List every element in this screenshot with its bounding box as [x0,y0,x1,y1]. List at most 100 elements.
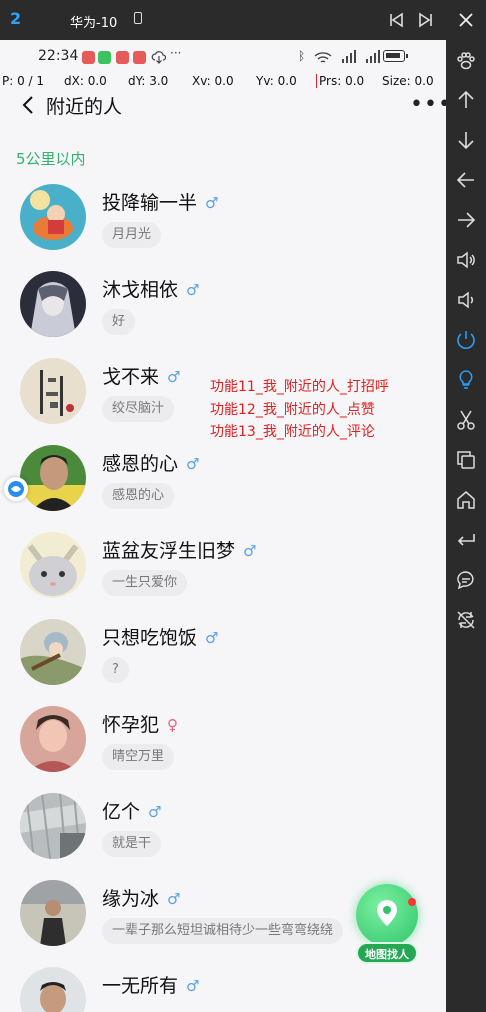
map-find-people-button[interactable]: 地图找人 [352,884,422,964]
person-name: 怀孕犯 ♀ [102,714,179,736]
emulator-title-bar: 2 华为-10 [0,0,486,40]
paw-icon[interactable] [454,50,478,74]
person-signature: 一生只爱你 [102,570,188,596]
pointer-size: Size: 0.0 [382,74,434,88]
person-name: 一无所有 ♂ [102,975,200,997]
more-notifications-indicator: ··· [170,46,182,60]
person-row[interactable]: 感恩的心 ♂ 感恩的心 [0,445,446,531]
person-signature: 就是干 [102,831,162,857]
volume-down-icon[interactable] [454,288,478,312]
emulator-toolbar [446,40,486,1012]
avatar[interactable] [20,706,86,772]
male-icon: ♂ [148,803,162,821]
chat-bubble-icon[interactable] [454,568,478,592]
avatar[interactable] [20,880,86,946]
page-title: 附近的人 [46,96,123,118]
avatar[interactable] [20,184,86,250]
avatar[interactable] [20,358,86,424]
arrow-up-icon[interactable] [454,88,478,112]
nav-bar: 附近的人 ••• [0,88,446,124]
wifi-icon [313,50,333,64]
person-name: 戈不来 ♂ [102,366,181,388]
notification-icon [133,51,146,64]
male-icon: ♂ [186,281,200,299]
window-title: 华为-10 [70,16,118,31]
clock: 22:34 [38,48,79,64]
floating-assistant-icon[interactable] [4,477,28,501]
male-icon: ♂ [167,368,181,386]
person-row[interactable]: 怀孕犯 ♀ 晴空万里 [0,706,446,792]
person-row[interactable]: 亿个 ♂ 就是干 [0,793,446,879]
copy-icon[interactable] [454,448,478,472]
person-name: 亿个 ♂ [102,801,162,823]
avatar[interactable] [20,445,86,511]
step-back-icon[interactable] [384,8,408,32]
pointer-dx: dX: 0.0 [64,74,107,88]
arrow-down-icon[interactable] [454,128,478,152]
more-options-icon[interactable]: ••• [410,92,446,117]
notification-dot [408,898,416,906]
male-icon: ♂ [205,629,219,647]
male-icon: ♂ [205,194,219,212]
person-row[interactable]: 一无所有 ♂ [0,967,446,1012]
status-bar: 22:34 ··· ᛒ [0,40,446,70]
person-row[interactable]: 只想吃饱饭 ♂ ? [0,619,446,705]
lightbulb-icon[interactable] [454,368,478,392]
avatar[interactable] [20,793,86,859]
bluetooth-icon: ᛒ [298,49,306,63]
scissors-icon[interactable] [454,408,478,432]
male-icon: ♂ [186,977,200,995]
male-icon: ♂ [167,890,181,908]
cloud-download-icon [151,49,167,64]
male-icon: ♂ [186,455,200,473]
person-signature: ? [102,657,129,683]
location-pin-icon [374,898,400,928]
avatar[interactable] [20,271,86,337]
person-name: 蓝盆友浮生旧梦 ♂ [102,540,257,562]
avatar[interactable] [20,619,86,685]
volume-up-icon[interactable] [454,248,478,272]
rotate-off-icon[interactable] [454,608,478,632]
overlay-annotation: 功能12_我_附近的人_点赞 [210,402,375,418]
person-signature: 感恩的心 [102,483,175,509]
map-button-label: 地图找人 [356,942,418,964]
distance-section-label: 5公里以内 [16,150,86,168]
pin-icon[interactable] [134,12,142,24]
person-signature: 一辈子那么短坦诚相待少一些弯弯绕绕 [102,918,344,944]
instance-number: 2 [10,9,22,28]
notification-icon [82,51,95,64]
male-icon: ♂ [243,542,257,560]
avatar[interactable] [20,532,86,598]
step-forward-icon[interactable] [414,8,438,32]
overlay-annotation: 功能13_我_附近的人_评论 [210,424,375,440]
person-name: 只想吃饱饭 ♂ [102,627,219,649]
home-icon[interactable] [454,488,478,512]
pointer-count: P: 0 / 1 [2,74,45,88]
person-signature: 绞尽脑汁 [102,396,175,422]
person-name: 缘为冰 ♂ [102,888,181,910]
arrow-right-icon[interactable] [454,208,478,232]
signal-icon [334,49,356,63]
back-arrow-icon[interactable] [20,94,36,116]
person-name: 沐戈相依 ♂ [102,279,200,301]
pointer-yv: Yv: 0.0 [256,74,297,88]
power-icon[interactable] [454,328,478,352]
signal-icon [358,49,380,63]
back-return-icon[interactable] [454,528,478,552]
phone-screen: 22:34 ··· ᛒ P: 0 / 1 dX: 0.0 dY: 3.0 Xv:… [0,40,446,1012]
female-icon: ♀ [167,716,179,734]
avatar[interactable] [20,967,86,1012]
person-row[interactable]: 沐戈相依 ♂ 好 [0,271,446,357]
person-row[interactable]: 蓝盆友浮生旧梦 ♂ 一生只爱你 [0,532,446,618]
close-icon[interactable] [454,8,478,32]
pointer-pressure: Prs: 0.0 [316,74,364,88]
battery-icon [383,50,408,62]
pointer-xv: Xv: 0.0 [192,74,234,88]
pointer-dy: dY: 3.0 [128,74,169,88]
wechat-notification-icon [98,51,111,64]
overlay-annotation: 功能11_我_附近的人_打招呼 [210,379,389,395]
arrow-left-icon[interactable] [454,168,478,192]
person-signature: 晴空万里 [102,744,175,770]
person-row[interactable]: 投降输一半 ♂ 月月光 [0,184,446,270]
person-signature: 好 [102,309,136,335]
